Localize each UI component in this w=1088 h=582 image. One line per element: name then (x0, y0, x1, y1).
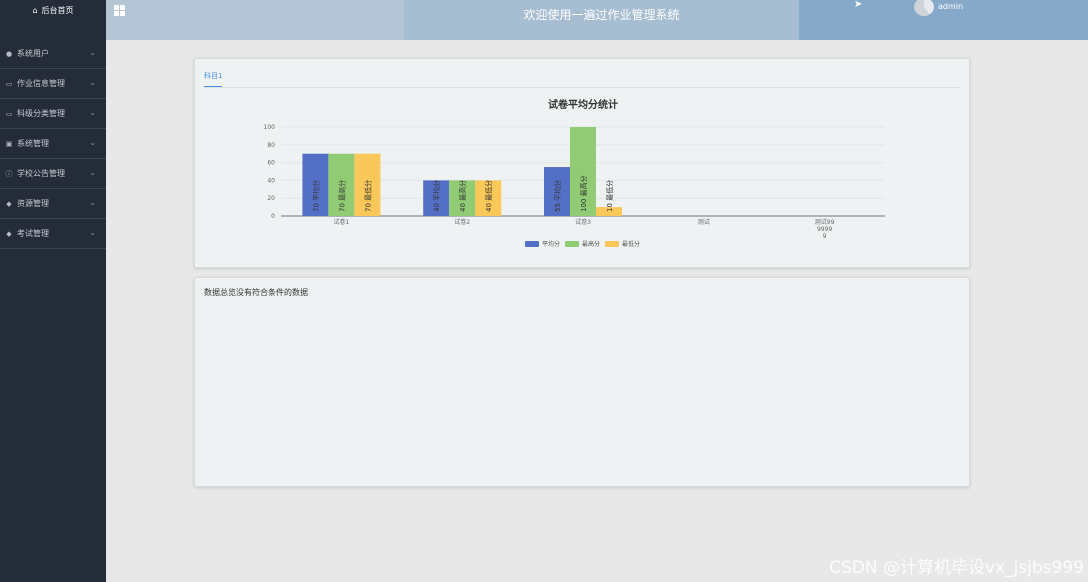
bar-data-label: 70 最高分 (337, 180, 346, 212)
sidebar-item-label: 考试管理 (17, 229, 49, 238)
x-tick-label: 试卷3 (575, 218, 591, 226)
username-label[interactable]: admin (938, 2, 963, 11)
watermark: CSDN @计算机毕设vx_jsjbs999 (829, 558, 1084, 578)
location-icon: ◆ (6, 229, 12, 238)
empty-message: 数据总览没有符合条件的数据 (204, 288, 308, 297)
y-tick-label: 80 (267, 142, 275, 149)
sidebar-item-resources[interactable]: ◆ 资源管理 ⌄ (0, 189, 106, 219)
y-tick-label: 0 (271, 213, 275, 220)
y-tick-label: 60 (267, 160, 275, 167)
sidebar-item-label: 资源管理 (17, 199, 49, 208)
sidebar-item-announcements[interactable]: ⓘ 学校公告管理 ⌄ (0, 159, 106, 189)
chevron-down-icon: ⌄ (89, 228, 96, 237)
sidebar-item-label: 系统用户 (17, 49, 49, 58)
y-tick-label: 20 (267, 195, 275, 202)
y-tick-label: 100 (264, 124, 276, 131)
sidebar-item-category[interactable]: ▭ 科级分类管理 ⌄ (0, 99, 106, 129)
menu-grid-icon[interactable] (114, 5, 125, 16)
legend-swatch (525, 241, 539, 247)
home-icon: ⌂ (32, 5, 38, 15)
chevron-down-icon: ⌄ (89, 138, 96, 147)
sidebar-home[interactable]: ⌂ 后台首页 (0, 0, 106, 20)
legend-label: 最低分 (622, 240, 640, 248)
x-tick-label: 试卷1 (333, 218, 349, 226)
bar-data-label: 40 最低分 (484, 180, 493, 212)
x-tick-label: 9 (823, 233, 827, 240)
doc-icon: ▭ (5, 109, 13, 118)
chevron-down-icon: ⌄ (89, 48, 96, 57)
x-tick-label: 试卷2 (454, 218, 470, 226)
chevron-down-icon: ⌄ (89, 168, 96, 177)
bar-data-label: 40 平均分 (432, 180, 441, 212)
x-tick-label: 9999 (817, 226, 832, 233)
bar-data-label: 100 最高分 (579, 175, 588, 212)
y-tick-label: 40 (267, 177, 275, 184)
legend-swatch (605, 241, 619, 247)
data-panel: 数据总览没有符合条件的数据 (194, 277, 970, 487)
sidebar-item-label: 作业信息管理 (17, 79, 65, 88)
x-tick-label: 测试 (698, 218, 710, 226)
top-header: 欢迎使用一遍过作业管理系统 ➤ admin (106, 0, 1088, 40)
chart-panel: 科目1 试卷平均分统计 0 20 40 60 80 100 试卷1 70 平均分 70 最高分 7… (194, 58, 970, 268)
sidebar-item-label: 科级分类管理 (17, 109, 65, 118)
sidebar-item-label: 系统管理 (17, 139, 49, 148)
bar-chart: 0 20 40 60 80 100 试卷1 70 平均分 70 最高分 70 最低分试卷2 40 平… (264, 124, 885, 248)
sidebar-item-system-users[interactable]: ● 系统用户 ⌄ (0, 39, 106, 69)
legend-label: 最高分 (582, 240, 600, 248)
chevron-down-icon: ⌄ (89, 108, 96, 117)
sidebar-item-label: 学校公告管理 (17, 169, 65, 178)
header-left-section (106, 0, 404, 40)
sidebar: ⌂ 后台首页 ● 系统用户 ⌄ ▭ 作业信息管理 ⌄ ▭ 科级分类管理 ⌄ ▣ … (0, 0, 106, 582)
info-icon: ⓘ (5, 169, 13, 178)
doc-icon: ▭ (5, 79, 13, 88)
x-tick-label: 测试99 (815, 218, 835, 226)
bar-data-label: 70 平均分 (311, 180, 320, 212)
user-icon: ● (5, 49, 13, 58)
sidebar-item-exams[interactable]: ◆ 考试管理 ⌄ (0, 219, 106, 249)
image-icon: ▣ (5, 139, 13, 148)
sidebar-item-system-management[interactable]: ▣ 系统管理 ⌄ (0, 129, 106, 159)
mouse-cursor-icon: ➤ (854, 0, 863, 10)
chevron-down-icon: ⌄ (89, 78, 96, 87)
location-icon: ◆ (6, 199, 12, 208)
chevron-down-icon: ⌄ (89, 198, 96, 207)
bar-data-label: 70 最低分 (363, 180, 372, 212)
bar-data-label: 40 最高分 (458, 180, 467, 212)
bar-data-label: 10 最低分 (605, 180, 614, 212)
sidebar-item-homework[interactable]: ▭ 作业信息管理 ⌄ (0, 69, 106, 99)
bar-data-label: 55 平均分 (553, 180, 562, 212)
legend-label: 平均分 (542, 240, 560, 248)
page-title: 欢迎使用一遍过作业管理系统 (523, 8, 680, 22)
legend-swatch (565, 241, 579, 247)
sidebar-home-label: 后台首页 (41, 5, 74, 15)
